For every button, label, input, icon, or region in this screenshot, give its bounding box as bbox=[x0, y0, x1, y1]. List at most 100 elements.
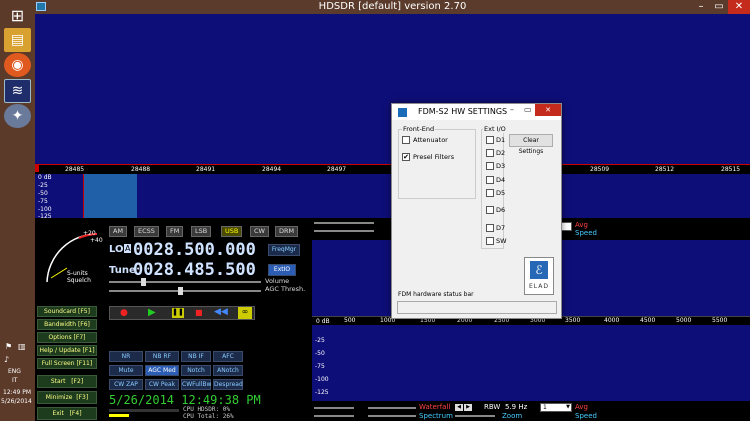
rbw-label: RBW bbox=[484, 403, 501, 411]
mode-am-button[interactable]: AM bbox=[109, 226, 128, 237]
d1-checkbox[interactable] bbox=[486, 136, 494, 144]
tray-date[interactable]: 5/26/2014 bbox=[1, 398, 32, 405]
d2-checkbox[interactable] bbox=[486, 149, 494, 157]
loop-icon[interactable]: ∞ bbox=[238, 307, 252, 319]
rf-slider-2[interactable] bbox=[314, 230, 374, 232]
minimize-button[interactable]: Minimize [F3] bbox=[37, 391, 97, 404]
soundcard-button[interactable]: Soundcard [F5] bbox=[37, 306, 97, 317]
cw-zap-button[interactable]: CW ZAP bbox=[109, 379, 143, 390]
dialog-titlebar: FDM-S2 HW SETTINGS – ▭ ✕ bbox=[392, 104, 561, 120]
close-window-button[interactable]: ✕ bbox=[728, 0, 750, 14]
ruler-tick: 28494 bbox=[262, 166, 282, 173]
cpu-total-meter bbox=[109, 414, 129, 417]
tray-lang[interactable]: ENG bbox=[8, 368, 21, 375]
mode-usb-button[interactable]: USB bbox=[221, 226, 243, 237]
windows-start-icon[interactable]: ⊞ bbox=[4, 3, 31, 27]
nr-button[interactable]: NR bbox=[109, 351, 143, 362]
d1-label: D1 bbox=[496, 136, 506, 144]
wf-slider-2[interactable] bbox=[314, 415, 354, 417]
attenuator-checkbox[interactable] bbox=[402, 136, 410, 144]
wf-slider-1[interactable] bbox=[314, 407, 354, 409]
mode-fm-button[interactable]: FM bbox=[166, 226, 184, 237]
d3-checkbox[interactable] bbox=[486, 162, 494, 170]
mode-drm-button[interactable]: DRM bbox=[275, 226, 299, 237]
nb-rf-button[interactable]: NB RF bbox=[145, 351, 179, 362]
despread-button[interactable]: Despread bbox=[213, 379, 243, 390]
wf-slider-4[interactable] bbox=[368, 415, 416, 417]
cw-peak-button[interactable]: CW Peak bbox=[145, 379, 179, 390]
squelch-label[interactable]: Squelch bbox=[67, 277, 91, 284]
rbw-left-icon[interactable]: ◀ bbox=[455, 404, 463, 411]
agc-med-button[interactable]: AGC Med bbox=[145, 365, 179, 376]
agc-threshold-slider[interactable] bbox=[109, 290, 261, 292]
mode-ecss-button[interactable]: ECSS bbox=[134, 226, 159, 237]
rf-slider-1[interactable] bbox=[314, 222, 374, 224]
mode-cw-button[interactable]: CW bbox=[250, 226, 269, 237]
tune-marker[interactable] bbox=[83, 174, 84, 218]
dialog-minimize-button[interactable]: – bbox=[510, 105, 514, 114]
options-button[interactable]: Options [F7] bbox=[37, 332, 97, 343]
tune-frequency[interactable]: 0028.485.500 bbox=[133, 260, 256, 280]
d6-checkbox[interactable] bbox=[486, 206, 494, 214]
cw-fullbw-button[interactable]: CWFullBw bbox=[181, 379, 211, 390]
rbw-select[interactable]: 1 ▼ bbox=[540, 403, 572, 412]
record-icon[interactable]: ● bbox=[120, 308, 128, 318]
volume-slider-thumb[interactable] bbox=[141, 278, 146, 286]
maximize-window-button[interactable]: ▭ bbox=[710, 0, 728, 14]
d5-checkbox[interactable] bbox=[486, 189, 494, 197]
nb-if-button[interactable]: NB IF bbox=[181, 351, 211, 362]
exit-button[interactable]: Exit [F4] bbox=[37, 407, 97, 420]
audio-db-label: -125 bbox=[315, 389, 329, 396]
afc-button[interactable]: AFC bbox=[213, 351, 243, 362]
presel-filters-checkbox[interactable]: ✔ bbox=[402, 153, 410, 161]
audio-spectrum[interactable]: -25 -50 -75 -100 -125 bbox=[312, 325, 750, 401]
cpu-hdsdr: CPU HDSDR: 0% bbox=[183, 406, 230, 413]
notch-button[interactable]: Notch bbox=[181, 365, 211, 376]
volume-slider[interactable] bbox=[109, 281, 261, 283]
mute-button[interactable]: Mute bbox=[109, 365, 143, 376]
start-button[interactable]: Start [F2] bbox=[37, 375, 97, 388]
stop-icon[interactable]: ■ bbox=[195, 308, 203, 317]
tray-network-icon[interactable]: ▥ bbox=[18, 342, 26, 351]
ruler-left-marker[interactable] bbox=[35, 164, 39, 172]
extio-button[interactable]: ExtIO bbox=[268, 264, 296, 276]
minimize-window-button[interactable]: – bbox=[692, 0, 710, 14]
lo-letter[interactable]: A bbox=[124, 244, 132, 253]
bandwidth-button[interactable]: Bandwidth [F6] bbox=[37, 319, 97, 330]
pause-icon[interactable]: ❚❚ bbox=[172, 308, 184, 318]
tray-time[interactable]: 12:49 PM bbox=[3, 389, 31, 396]
help-update-button[interactable]: Help / Update [F1] bbox=[37, 345, 97, 356]
mode-lsb-button[interactable]: LSB bbox=[191, 226, 212, 237]
tray-flag-icon[interactable]: ⚑ bbox=[5, 342, 12, 351]
volume-label: Volume bbox=[265, 277, 290, 285]
agc-threshold-thumb[interactable] bbox=[178, 287, 183, 295]
d7-checkbox[interactable] bbox=[486, 224, 494, 232]
play-icon[interactable]: ▶ bbox=[148, 307, 156, 318]
hdsdr-icon[interactable]: ≋ bbox=[4, 79, 31, 103]
rewind-icon[interactable]: ◀◀ bbox=[214, 307, 228, 317]
audio-axis-tick: 4000 bbox=[604, 317, 620, 324]
filter-passband[interactable] bbox=[83, 174, 137, 218]
firefox-icon[interactable]: ◉ bbox=[4, 53, 31, 77]
zoom-slider[interactable] bbox=[455, 415, 495, 417]
rbw-right-icon[interactable]: ▶ bbox=[464, 404, 472, 411]
freqmgr-button[interactable]: FreqMgr bbox=[268, 244, 300, 256]
dialog-close-button[interactable]: ✕ bbox=[535, 104, 561, 116]
ruler-tick: 28515 bbox=[721, 166, 741, 173]
tray-speaker-icon[interactable]: ♪ bbox=[4, 355, 9, 364]
dialog-maximize-button[interactable]: ▭ bbox=[524, 105, 532, 114]
fdm-s2-settings-dialog: FDM-S2 HW SETTINGS – ▭ ✕ Front-End Atten… bbox=[391, 103, 562, 319]
lo-frequency[interactable]: 0028.500.000 bbox=[133, 240, 256, 260]
fullscreen-button[interactable]: Full Screen [F11] bbox=[37, 358, 97, 369]
audio-axis-tick: 5500 bbox=[712, 317, 728, 324]
ruler-tick: 28491 bbox=[196, 166, 216, 173]
audio-axis-tick: 4500 bbox=[640, 317, 656, 324]
anotch-button[interactable]: ANotch bbox=[213, 365, 243, 376]
sw-checkbox[interactable] bbox=[486, 237, 494, 245]
d4-checkbox[interactable] bbox=[486, 176, 494, 184]
settings-app-icon[interactable]: ✦ bbox=[4, 104, 31, 128]
file-explorer-icon[interactable]: ▤ bbox=[4, 28, 31, 52]
clear-settings-button[interactable]: Clear Settings bbox=[509, 134, 553, 155]
wf-slider-3[interactable] bbox=[368, 407, 416, 409]
dialog-title: FDM-S2 HW SETTINGS bbox=[418, 107, 508, 116]
